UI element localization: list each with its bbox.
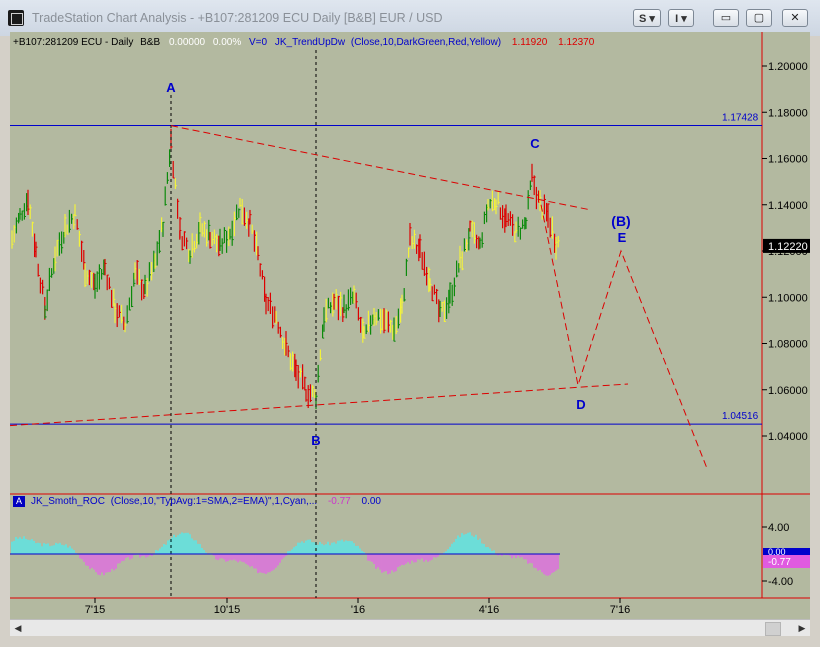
subgraph-badge[interactable]: A bbox=[13, 496, 25, 507]
window-title: TradeStation Chart Analysis - +B107:2812… bbox=[32, 11, 443, 25]
wave-label-a: A bbox=[166, 80, 176, 95]
main-legend: +B107:281209 ECU - Daily B&B 0.00000 0.0… bbox=[13, 37, 594, 48]
legend-indicator: JK_TrendUpDw bbox=[274, 37, 346, 48]
time-tick-label: 7'15 bbox=[85, 604, 105, 616]
roc-tick-label: -4.00 bbox=[768, 576, 793, 588]
legend-pct: 0.00% bbox=[212, 37, 242, 48]
legend-params: (Close,10,DarkGreen,Red,Yellow) bbox=[350, 37, 502, 48]
wave-label-d: D bbox=[576, 397, 585, 412]
close-button[interactable]: ✕ bbox=[782, 9, 808, 27]
legend-value-2: 1.12370 bbox=[558, 37, 595, 48]
price-tick-label: 1.14000 bbox=[768, 200, 808, 212]
time-tick-label: 10'15 bbox=[214, 604, 241, 616]
wave-label-c: C bbox=[530, 136, 540, 151]
horizontal-scrollbar[interactable]: ◀ ▶ bbox=[10, 619, 810, 636]
time-tick-label: 4'16 bbox=[479, 604, 499, 616]
scroll-right-icon[interactable]: ▶ bbox=[794, 620, 810, 636]
current-price-label: 1.12220 bbox=[768, 241, 808, 253]
time-tick-label: 7'16 bbox=[610, 604, 630, 616]
legend-symbol: +B107:281209 ECU - Daily bbox=[13, 37, 134, 48]
price-tick-label: 1.04000 bbox=[768, 431, 808, 443]
roc-value-2: 0.00 bbox=[361, 496, 381, 507]
legend-change: 0.00000 bbox=[168, 37, 206, 48]
roc-tick-label: 4.00 bbox=[768, 522, 789, 534]
price-tick-label: 1.20000 bbox=[768, 61, 808, 73]
s-label: S bbox=[639, 13, 647, 25]
lower-level-label: 1.04516 bbox=[722, 411, 759, 422]
legend-value-1: 1.11920 bbox=[511, 37, 548, 48]
s-menu-button[interactable]: S ▾ bbox=[633, 9, 661, 27]
price-tick-label: 1.08000 bbox=[768, 339, 808, 351]
price-tick-label: 1.16000 bbox=[768, 154, 808, 166]
time-tick-label: '16 bbox=[351, 604, 365, 616]
price-tick-label: 1.18000 bbox=[768, 107, 808, 119]
i-label: I bbox=[675, 13, 679, 25]
price-tick-label: 1.06000 bbox=[768, 385, 808, 397]
chart-background bbox=[10, 32, 810, 620]
scroll-thumb[interactable] bbox=[765, 622, 781, 636]
roc-current-label: -0.77 bbox=[768, 557, 791, 568]
legend-volume: V=0 bbox=[249, 37, 268, 48]
wave-label-e: E bbox=[618, 230, 627, 245]
scroll-left-icon[interactable]: ◀ bbox=[10, 620, 26, 636]
wave-label-b: B bbox=[311, 433, 320, 448]
roc-params: (Close,10,"TypAvg:1=SMA,2=EMA)",1,Cyan,.… bbox=[110, 496, 318, 507]
app-icon bbox=[8, 10, 24, 26]
maximize-button[interactable]: ▢ bbox=[746, 9, 772, 27]
minimize-button[interactable]: ▭ bbox=[713, 9, 739, 27]
price-tick-label: 1.10000 bbox=[768, 292, 808, 304]
chart-canvas[interactable]: 1.200001.180001.160001.140001.120001.100… bbox=[10, 32, 810, 622]
upper-level-label: 1.17428 bbox=[722, 112, 759, 123]
wave-label-b-paren: (B) bbox=[611, 213, 630, 229]
roc-legend: A JK_Smoth_ROC (Close,10,"TypAvg:1=SMA,2=… bbox=[13, 496, 381, 507]
legend-bb: B&B bbox=[140, 37, 161, 48]
roc-indicator: JK_Smoth_ROC bbox=[31, 496, 105, 507]
roc-value-1: -0.77 bbox=[327, 496, 351, 507]
i-menu-button[interactable]: I ▾ bbox=[668, 9, 694, 27]
